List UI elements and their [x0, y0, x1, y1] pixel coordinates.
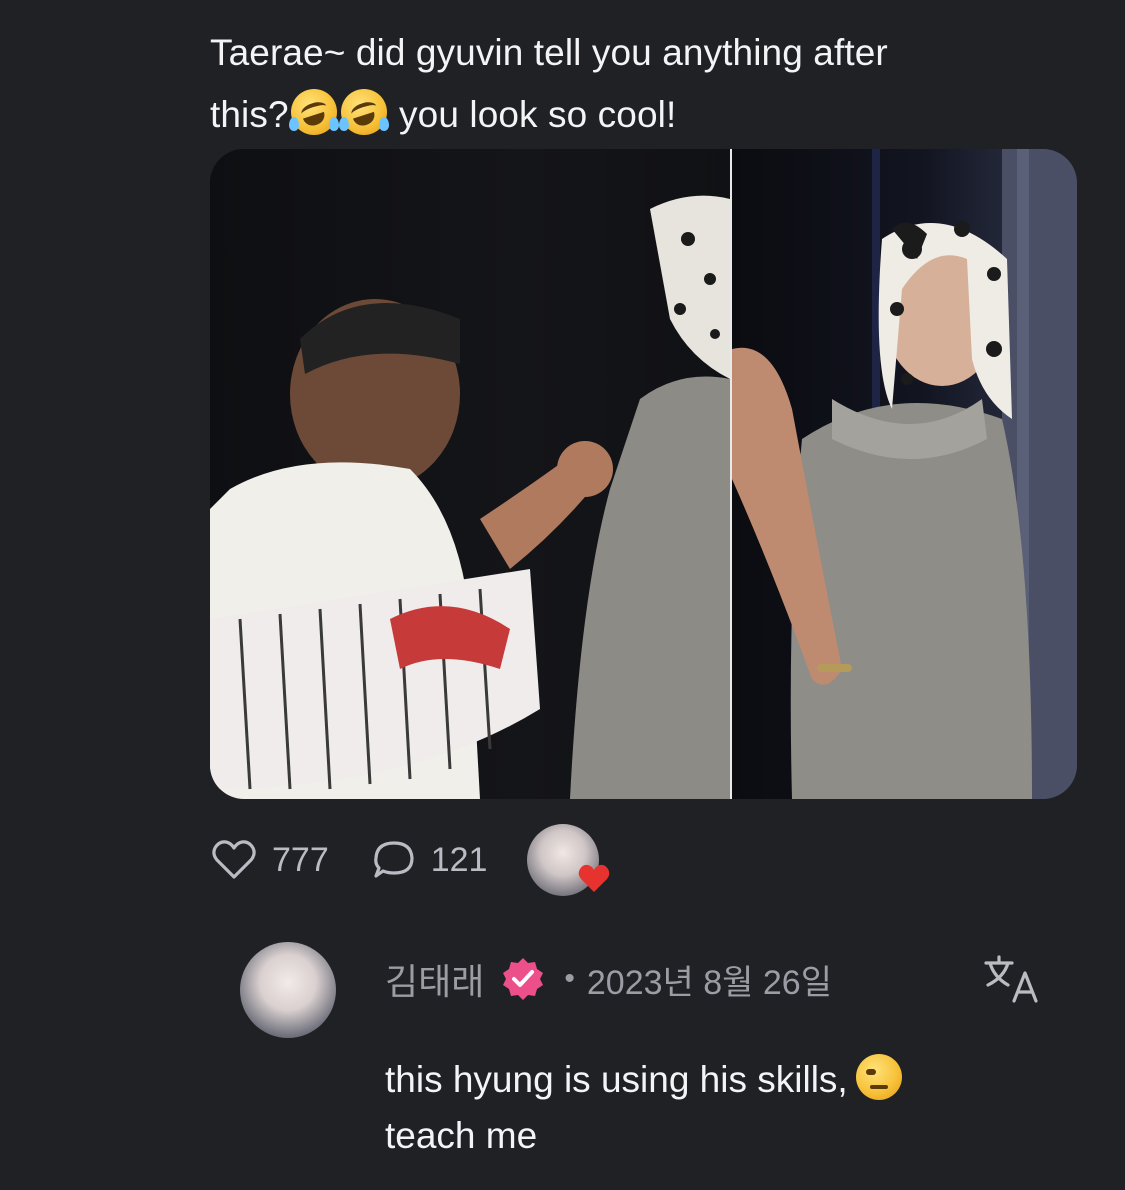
post-text-fragment: this?: [210, 94, 289, 135]
reply-author-avatar[interactable]: [240, 942, 336, 1038]
photo-right-illustration: [732, 149, 1077, 799]
reply-text-fragment: this hyung is using his skills,: [385, 1059, 848, 1100]
reply-text: this hyung is using his skills, teach me: [385, 1052, 1085, 1164]
laughing-emoji-icon: [338, 89, 389, 135]
reply-header: 김태래 • 2023년 8월 26일: [385, 950, 832, 1008]
post-text-fragment: you look so cool!: [388, 94, 677, 135]
translate-icon[interactable]: [982, 953, 1040, 1005]
heart-outline-icon: [212, 840, 256, 879]
post-image[interactable]: [210, 149, 1077, 799]
liker-avatar[interactable]: [527, 824, 610, 896]
comment-button[interactable]: 121: [373, 840, 488, 880]
photo-left-illustration: [210, 195, 730, 799]
speech-bubble-icon: [373, 841, 414, 878]
post-text-line-2: this? you look so cool!: [210, 84, 1090, 146]
red-heart-icon: [579, 864, 610, 892]
post-actions: 777 121: [212, 824, 610, 896]
raised-eyebrow-emoji-icon: [855, 1054, 902, 1100]
verified-badge-icon: [503, 958, 544, 1000]
post-text: Taerae~ did gyuvin tell you anything aft…: [210, 22, 1090, 146]
comment-count: 121: [430, 840, 488, 879]
like-button[interactable]: 777: [212, 840, 329, 880]
separator-dot: •: [564, 962, 575, 995]
photo-left-panel: [210, 149, 730, 799]
reply-timestamp: 2023년 8월 26일: [586, 963, 832, 1002]
reply-text-line-2: teach me: [385, 1115, 538, 1156]
post-text-line-1: Taerae~ did gyuvin tell you anything aft…: [210, 32, 888, 73]
laughing-emoji-icon: [288, 89, 339, 135]
reply-text-line-1: this hyung is using his skills,: [385, 1052, 1085, 1108]
photo-right-panel: [732, 149, 1077, 799]
like-count: 777: [272, 840, 329, 879]
reply-author-name[interactable]: 김태래: [385, 953, 484, 1005]
